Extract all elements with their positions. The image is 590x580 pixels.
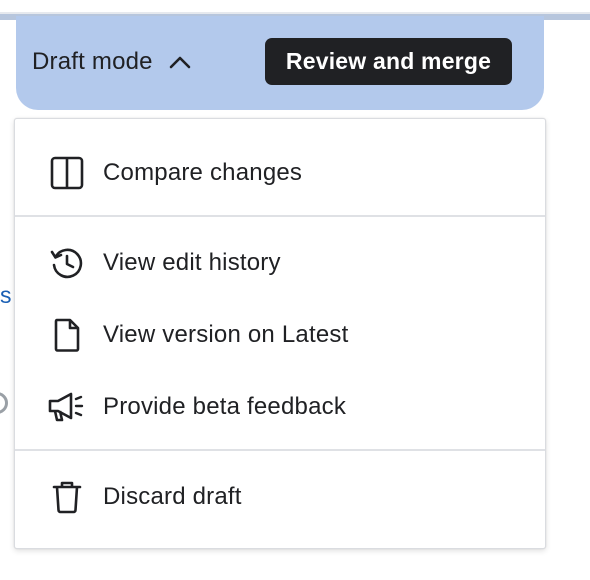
chevron-up-icon <box>167 49 193 75</box>
menu-item-label: View version on Latest <box>103 321 349 348</box>
draft-mode-label: Draft mode <box>32 48 153 75</box>
menu-item-provide-beta-feedback[interactable]: Provide beta feedback <box>15 371 545 443</box>
menu-item-label: Provide beta feedback <box>103 393 347 420</box>
menu-divider <box>15 215 545 217</box>
menu-item-label: Discard draft <box>103 483 242 510</box>
menu-divider <box>15 449 545 451</box>
menu-item-label: Compare changes <box>103 159 303 186</box>
menu-item-discard-draft[interactable]: Discard draft <box>15 461 545 533</box>
draft-mode-toggle[interactable]: Draft mode <box>32 44 193 80</box>
document-icon <box>47 315 87 355</box>
compare-columns-icon <box>47 153 87 193</box>
background-circle-icon <box>0 392 8 414</box>
menu-item-label: View edit history <box>103 249 281 276</box>
menu-item-compare-changes[interactable]: Compare changes <box>15 137 545 209</box>
background-link-fragment[interactable]: s <box>0 282 12 309</box>
megaphone-icon <box>47 387 87 427</box>
trash-icon <box>47 477 87 517</box>
review-and-merge-button[interactable]: Review and merge <box>265 38 512 85</box>
menu-item-view-version-on-latest[interactable]: View version on Latest <box>15 299 545 371</box>
history-icon <box>47 243 87 283</box>
draft-options-menu: Compare changes View edit history View v… <box>14 118 546 549</box>
menu-item-view-edit-history[interactable]: View edit history <box>15 227 545 299</box>
